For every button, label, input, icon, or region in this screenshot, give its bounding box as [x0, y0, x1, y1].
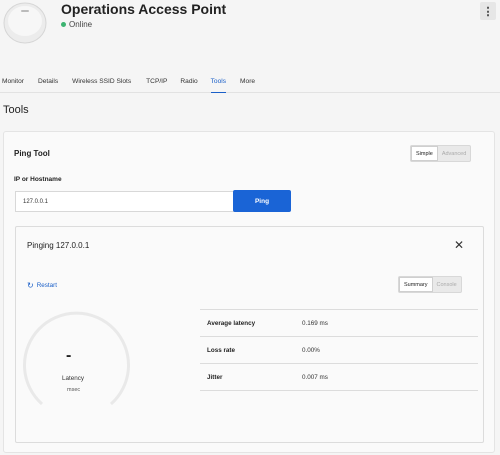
- device-status: Online: [61, 20, 92, 29]
- tab-radio[interactable]: Radio: [180, 74, 197, 93]
- latency-gauge: [23, 311, 130, 406]
- ping-stats-table: Average latency 0.169 ms Loss rate 0.00%…: [200, 309, 478, 391]
- tab-wireless-ssid-slots[interactable]: Wireless SSID Slots: [72, 74, 131, 93]
- kebab-menu-icon[interactable]: ⋮: [480, 2, 496, 20]
- restart-button[interactable]: ↻ Restart: [27, 281, 57, 290]
- tab-tools[interactable]: Tools: [210, 74, 227, 93]
- simple-mode-button[interactable]: Simple: [411, 146, 438, 161]
- tab-more[interactable]: More: [240, 74, 255, 93]
- access-point-device-image: [3, 2, 47, 44]
- latency-unit: msec: [67, 387, 81, 393]
- device-header: Operations Access Point Online ⋮: [0, 0, 500, 70]
- stat-label: Loss rate: [207, 346, 235, 354]
- tab-bar: Monitor Details Wireless SSID Slots TCP/…: [0, 74, 500, 93]
- restart-label: Restart: [36, 282, 57, 289]
- stat-value: 0.007 ms: [302, 373, 328, 381]
- ping-result-panel: Pinging 127.0.0.1 ✕ ↻ Restart Summary Co…: [15, 226, 484, 443]
- latency-label: Latency: [62, 375, 85, 382]
- console-view-button[interactable]: Console: [433, 277, 461, 292]
- ping-tool-card: Ping Tool Simple Advanced IP or Hostname…: [3, 131, 495, 453]
- ping-tool-title: Ping Tool: [14, 149, 50, 158]
- tab-monitor[interactable]: Monitor: [2, 74, 24, 93]
- result-title: Pinging 127.0.0.1: [27, 241, 90, 250]
- ip-hostname-input[interactable]: 127.0.0.1: [15, 191, 235, 212]
- summary-view-button[interactable]: Summary: [399, 277, 433, 292]
- online-status-icon: [61, 22, 66, 27]
- view-toggle: Summary Console: [398, 276, 462, 293]
- stat-row-jitter: Jitter 0.007 ms: [200, 364, 478, 391]
- close-icon[interactable]: ✕: [454, 239, 464, 251]
- stat-row-loss-rate: Loss rate 0.00%: [200, 337, 478, 364]
- ip-hostname-label: IP or Hostname: [14, 176, 62, 183]
- status-text: Online: [69, 20, 93, 29]
- section-title: Tools: [3, 104, 29, 116]
- advanced-mode-button[interactable]: Advanced: [438, 146, 470, 161]
- stat-row-average-latency: Average latency 0.169 ms: [200, 310, 478, 337]
- stat-value: 0.00%: [302, 346, 320, 354]
- tab-details[interactable]: Details: [38, 74, 58, 93]
- stat-label: Jitter: [207, 373, 223, 381]
- latency-value: -: [66, 347, 72, 364]
- restart-icon: ↻: [27, 281, 34, 290]
- ping-button[interactable]: Ping: [233, 190, 291, 212]
- device-title: Operations Access Point: [61, 1, 227, 17]
- mode-toggle: Simple Advanced: [410, 145, 472, 162]
- tab-tcp-ip[interactable]: TCP/IP: [146, 74, 167, 93]
- stat-value: 0.169 ms: [302, 319, 328, 327]
- stat-label: Average latency: [207, 319, 256, 327]
